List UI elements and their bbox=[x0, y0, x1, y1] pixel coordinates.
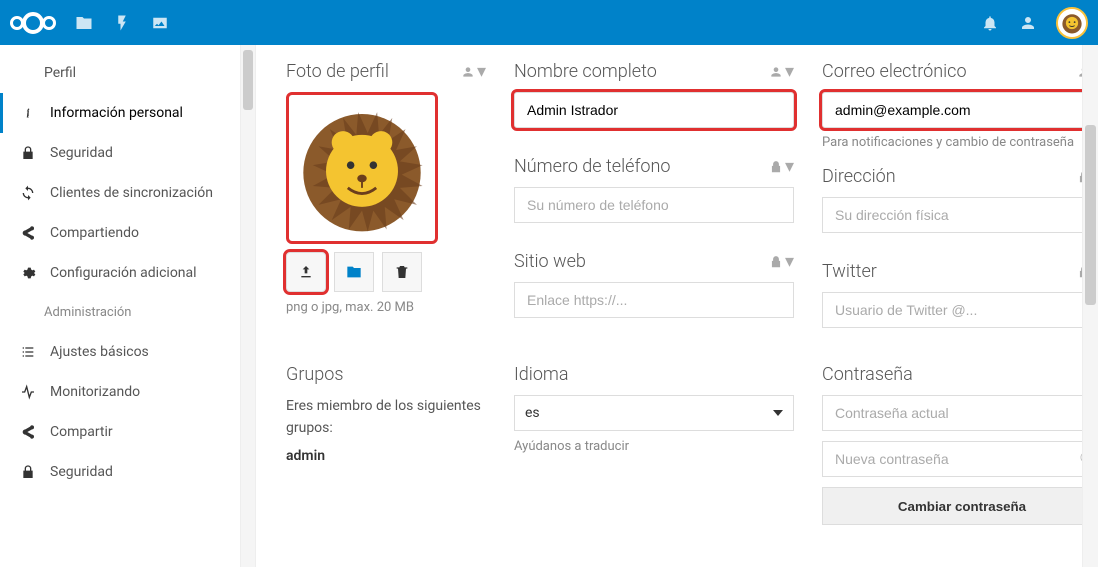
lock-icon bbox=[20, 464, 36, 480]
translate-link[interactable]: Ayúdanos a traducir bbox=[514, 439, 794, 454]
sidebar-item-sharing[interactable]: Compartiendo bbox=[0, 213, 255, 253]
heading-groups: Grupos bbox=[286, 364, 343, 385]
groups-text: Eres miembro de los siguientes grupos: bbox=[286, 395, 486, 440]
list-icon bbox=[20, 344, 36, 360]
scope-toggle[interactable]: ▾ bbox=[769, 251, 794, 272]
sidebar: Perfil i Información personal Seguridad … bbox=[0, 45, 256, 567]
lock-icon bbox=[20, 145, 36, 161]
language-section: Idioma es Ayúdanos a traducir bbox=[514, 364, 794, 454]
delete-avatar-button[interactable] bbox=[382, 252, 422, 292]
phone-input[interactable] bbox=[514, 187, 794, 223]
page-scrollbar[interactable] bbox=[1082, 45, 1098, 567]
email-section: Correo electrónico ▾ Para notificaciones… bbox=[822, 61, 1098, 328]
files-icon[interactable] bbox=[74, 13, 94, 33]
fullname-input[interactable] bbox=[514, 92, 794, 128]
sidebar-item-label: Configuración adicional bbox=[50, 265, 197, 281]
sidebar-item-label: Seguridad bbox=[50, 464, 113, 480]
upload-avatar-button[interactable] bbox=[286, 252, 326, 292]
share-icon bbox=[20, 424, 36, 440]
heading-address: Dirección bbox=[822, 166, 896, 187]
sidebar-item-label: Ajustes básicos bbox=[50, 344, 149, 360]
image-icon[interactable] bbox=[150, 13, 170, 33]
sidebar-item-security-admin[interactable]: Seguridad bbox=[0, 452, 255, 492]
info-icon: i bbox=[20, 105, 36, 121]
scope-toggle[interactable]: ▾ bbox=[769, 61, 794, 82]
profile-photo-section: Foto de perfil ▾ bbox=[286, 61, 486, 315]
website-input[interactable] bbox=[514, 282, 794, 318]
email-input[interactable] bbox=[822, 92, 1098, 128]
heading-fullname: Nombre completo bbox=[514, 61, 657, 82]
sidebar-item-share-admin[interactable]: Compartir bbox=[0, 412, 255, 452]
gear-icon bbox=[20, 265, 36, 281]
share-icon bbox=[20, 225, 36, 241]
topbar bbox=[0, 0, 1098, 45]
sidebar-item-label: Compartiendo bbox=[50, 225, 139, 241]
sidebar-item-security[interactable]: Seguridad bbox=[0, 133, 255, 173]
twitter-input[interactable] bbox=[822, 292, 1098, 328]
avatar[interactable] bbox=[1056, 7, 1088, 39]
new-password-input[interactable] bbox=[822, 441, 1098, 477]
avatar-hint: png o jpg, max. 20 MB bbox=[286, 300, 486, 315]
heading-phone: Número de teléfono bbox=[514, 156, 671, 177]
email-subtext: Para notificaciones y cambio de contrase… bbox=[822, 134, 1098, 152]
sidebar-section-admin: Administración bbox=[0, 293, 255, 332]
language-select[interactable]: es bbox=[514, 395, 794, 431]
sidebar-item-sync-clients[interactable]: Clientes de sincronización bbox=[0, 173, 255, 213]
bell-icon[interactable] bbox=[980, 13, 1000, 33]
fullname-section: Nombre completo ▾ Número de teléfono ▾ S… bbox=[514, 61, 794, 318]
sidebar-item-monitoring[interactable]: Monitorizando bbox=[0, 372, 255, 412]
svg-text:i: i bbox=[26, 106, 30, 121]
address-input[interactable] bbox=[822, 197, 1098, 233]
sync-icon bbox=[20, 185, 36, 201]
sidebar-item-additional[interactable]: Configuración adicional bbox=[0, 253, 255, 293]
heading-password: Contraseña bbox=[822, 364, 913, 385]
sidebar-item-label: Información personal bbox=[50, 105, 183, 121]
heading-website: Sitio web bbox=[514, 251, 586, 272]
scope-toggle[interactable]: ▾ bbox=[769, 156, 794, 177]
activity-icon bbox=[20, 384, 36, 400]
heading-profile-photo: Foto de perfil bbox=[286, 61, 389, 82]
sidebar-item-personal-info[interactable]: i Información personal bbox=[0, 93, 255, 133]
sidebar-scrollbar[interactable] bbox=[240, 45, 255, 567]
sidebar-item-label: Monitorizando bbox=[50, 384, 140, 400]
logo[interactable] bbox=[10, 12, 56, 34]
change-password-button[interactable]: Cambiar contraseña bbox=[822, 487, 1098, 525]
current-password-input[interactable] bbox=[822, 395, 1098, 431]
flash-icon[interactable] bbox=[112, 13, 132, 33]
heading-language: Idioma bbox=[514, 364, 569, 385]
sidebar-section-user: Perfil bbox=[0, 53, 255, 93]
groups-section: Grupos Eres miembro de los siguientes gr… bbox=[286, 364, 486, 464]
heading-twitter: Twitter bbox=[822, 261, 877, 282]
sidebar-item-basic-settings[interactable]: Ajustes básicos bbox=[0, 332, 255, 372]
sidebar-item-label: Compartir bbox=[50, 424, 113, 440]
avatar-preview bbox=[286, 92, 438, 244]
contacts-icon[interactable] bbox=[1018, 13, 1038, 33]
choose-file-button[interactable] bbox=[334, 252, 374, 292]
groups-name: admin bbox=[286, 448, 486, 464]
password-section: Contraseña ◉ Cambiar contraseña bbox=[822, 364, 1098, 525]
sidebar-item-label: Clientes de sincronización bbox=[50, 185, 213, 201]
content: Foto de perfil ▾ bbox=[256, 45, 1098, 567]
sidebar-item-label: Seguridad bbox=[50, 145, 113, 161]
heading-email: Correo electrónico bbox=[822, 61, 967, 82]
scope-toggle[interactable]: ▾ bbox=[461, 61, 486, 82]
